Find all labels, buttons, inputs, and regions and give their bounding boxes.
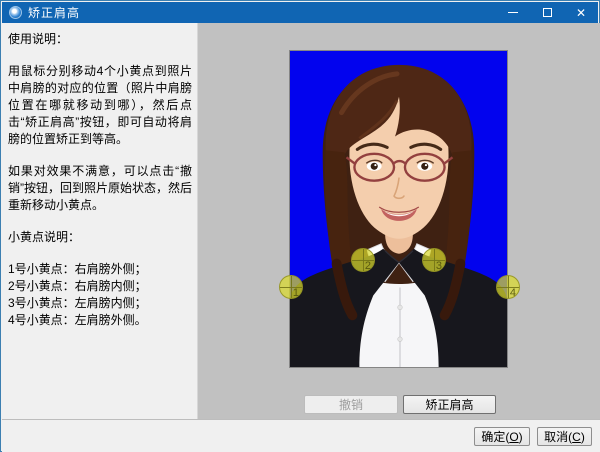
dot-legend-item: 2号小黄点：右肩膀内侧； [8, 279, 147, 294]
ok-label-suffix: ) [518, 429, 523, 444]
dot-crosshair-v [434, 249, 435, 271]
cancel-label-suffix: ) [580, 429, 585, 444]
window-title: 矫正肩高 [28, 6, 81, 20]
maximize-button[interactable] [530, 2, 564, 23]
ok-label: 确定( [481, 430, 510, 444]
maximize-icon [542, 8, 552, 17]
correct-shoulder-button[interactable]: 矫正肩高 [403, 395, 496, 414]
cancel-button[interactable]: 取消(C) [537, 427, 592, 446]
shoulder-dot-3[interactable]: 3 [422, 248, 446, 272]
usage-paragraph-2: 如果对效果不满意，可以点击“撤销”按钮，回到照片原始状态，然后重新移动小黄点。 [8, 164, 192, 213]
usage-paragraph-1: 用鼠标分别移动4个小黄点到照片中肩膀的对应的位置（照片中肩膀位置在哪就移动到哪）… [8, 64, 192, 147]
dot-crosshair-v [291, 276, 292, 298]
dots-legend-list: 1号小黄点：右肩膀外侧； 2号小黄点：右肩膀内侧； 3号小黄点：左肩膀内侧； 4… [8, 261, 192, 329]
close-button[interactable]: ✕ [564, 2, 598, 23]
shoulder-dot-1[interactable]: 1 [279, 275, 303, 299]
minimize-button[interactable] [496, 2, 530, 23]
shoulder-dot-2[interactable]: 2 [351, 248, 375, 272]
titlebar[interactable]: 矫正肩高 ✕ [2, 2, 598, 23]
dot-number: 2 [364, 260, 371, 272]
dot-crosshair-v [508, 276, 509, 298]
undo-button[interactable]: 撤销 [304, 395, 398, 414]
dot-crosshair-v [363, 249, 364, 271]
dots-legend-title: 小黄点说明： [8, 230, 81, 245]
dot-legend-item: 1号小黄点：右肩膀外侧； [8, 262, 147, 277]
app-icon [9, 6, 22, 19]
cancel-label: 取消( [544, 430, 573, 444]
instructions-panel: 使用说明： 用鼠标分别移动4个小黄点到照片中肩膀的对应的位置（照片中肩膀位置在哪… [2, 23, 198, 419]
dot-number: 4 [509, 287, 516, 299]
usage-title: 使用说明： [8, 32, 69, 46]
dot-legend-item: 4号小黄点：左肩膀外侧。 [8, 313, 147, 328]
dot-number: 1 [292, 287, 299, 299]
dot-number: 3 [435, 260, 442, 272]
ok-button[interactable]: 确定(O) [474, 427, 530, 446]
ok-mnemonic: O [509, 429, 519, 444]
dialog-window: 矫正肩高 ✕ 使用说明： 用鼠标分别移动4个小黄点到照片中肩膀的对应的位置（照片… [0, 0, 600, 452]
photo-canvas [289, 50, 508, 368]
minimize-icon [508, 12, 518, 13]
cancel-mnemonic: C [572, 429, 581, 444]
portrait-photo [290, 51, 507, 367]
shoulder-dot-4[interactable]: 4 [496, 275, 520, 299]
dot-legend-item: 3号小黄点：左肩膀内侧； [8, 296, 147, 311]
caption-buttons: ✕ [496, 2, 598, 23]
